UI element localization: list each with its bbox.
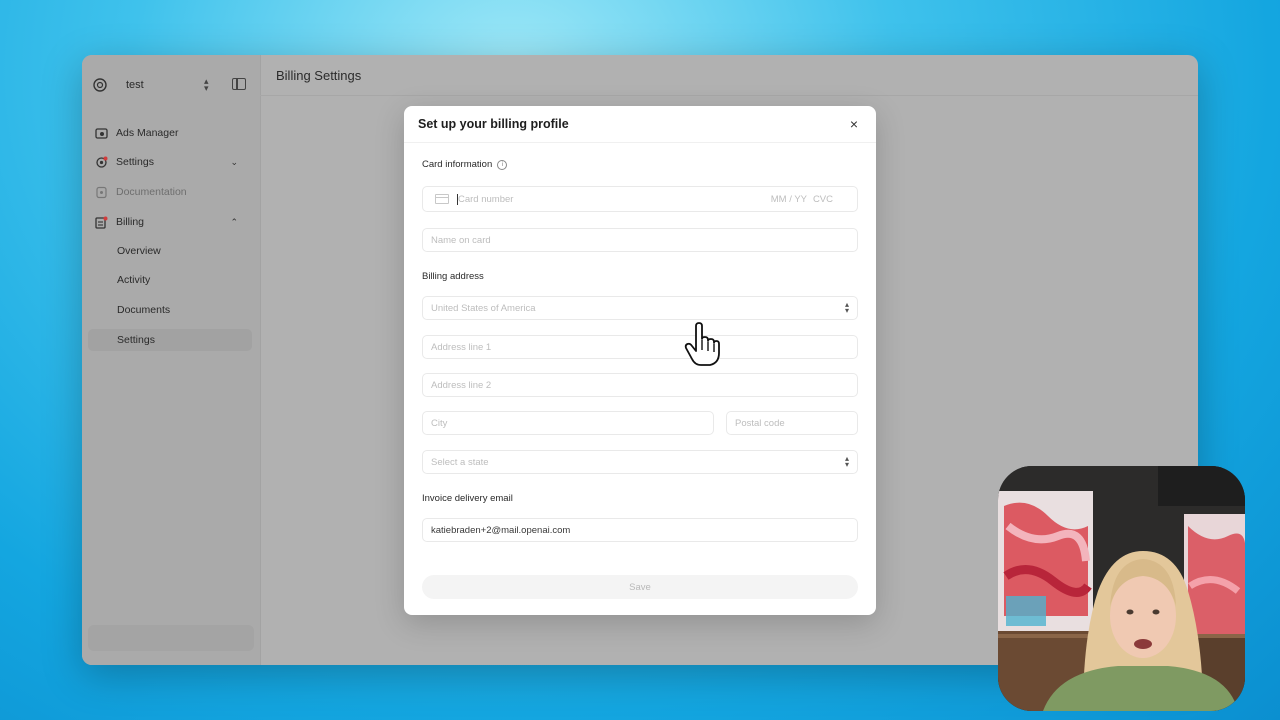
billing-address-label: Billing address (422, 271, 484, 282)
invoice-email-label: Invoice delivery email (422, 493, 513, 504)
billing-icon (94, 215, 108, 229)
chevron-updown-icon: ▴ ▾ (844, 300, 849, 315)
workspace-switcher[interactable]: test ▴ ▾ (92, 75, 252, 95)
hand-pointer-icon (684, 322, 720, 366)
sidebar-subitem-documents[interactable]: Documents (88, 299, 252, 321)
close-icon[interactable]: × (850, 116, 858, 132)
name-on-card-input[interactable]: Name on card (422, 228, 858, 252)
state-select[interactable]: Select a state ▴ ▾ (422, 450, 858, 474)
sidebar-item-ads-manager[interactable]: Ads Manager (94, 122, 254, 144)
card-number-input[interactable]: Card number MM / YY CVC (422, 186, 858, 212)
presenter-video-image (998, 466, 1245, 711)
postal-code-input[interactable]: Postal code (726, 411, 858, 435)
openai-logo-icon (92, 77, 108, 93)
modal-title: Set up your billing profile (418, 117, 569, 131)
invoice-email-input[interactable]: katiebraden+2@mail.openai.com (422, 518, 858, 542)
chevron-up-icon: ⌃ (230, 216, 238, 227)
country-select[interactable]: United States of America ▴ ▾ (422, 296, 858, 320)
sidebar-subitem-overview[interactable]: Overview (88, 240, 252, 262)
page-title: Billing Settings (276, 68, 362, 83)
sidebar-subitem-activity[interactable]: Activity (88, 269, 252, 291)
expiry-input[interactable]: MM / YY (771, 194, 807, 205)
info-icon[interactable]: i (497, 159, 508, 170)
ads-icon (94, 126, 108, 140)
sidebar-item-billing[interactable]: Billing ⌃ (94, 211, 254, 233)
sidebar: test ▴ ▾ Ads Manager Settings ⌄ Documenta… (82, 55, 261, 665)
chevron-updown-icon[interactable]: ▴ ▾ (204, 77, 209, 93)
cvc-input[interactable]: CVC (813, 194, 833, 205)
card-information-label: Card information i (422, 159, 508, 170)
sidebar-subitem-settings[interactable]: Settings (88, 329, 252, 351)
sidebar-item-documentation[interactable]: Documentation (94, 181, 254, 203)
chevron-updown-icon: ▴ ▾ (844, 454, 849, 469)
address-line-2-input[interactable]: Address line 2 (422, 373, 858, 397)
topbar: Billing Settings (260, 55, 1198, 96)
address-line-1-input[interactable]: Address line 1 (422, 335, 858, 359)
sidebar-toggle-icon[interactable] (232, 78, 246, 90)
chevron-down-icon: ⌄ (230, 156, 238, 167)
credit-card-icon (435, 194, 449, 204)
gear-icon (94, 155, 108, 169)
billing-profile-modal: Set up your billing profile × Card infor… (404, 106, 876, 615)
city-input[interactable]: City (422, 411, 714, 435)
workspace-name: test (126, 79, 144, 91)
account-menu[interactable] (88, 625, 254, 651)
webcam-overlay (998, 466, 1245, 711)
doc-icon (94, 185, 108, 199)
sidebar-item-settings[interactable]: Settings ⌄ (94, 151, 254, 173)
modal-divider (404, 142, 876, 143)
save-button[interactable]: Save (422, 575, 858, 599)
